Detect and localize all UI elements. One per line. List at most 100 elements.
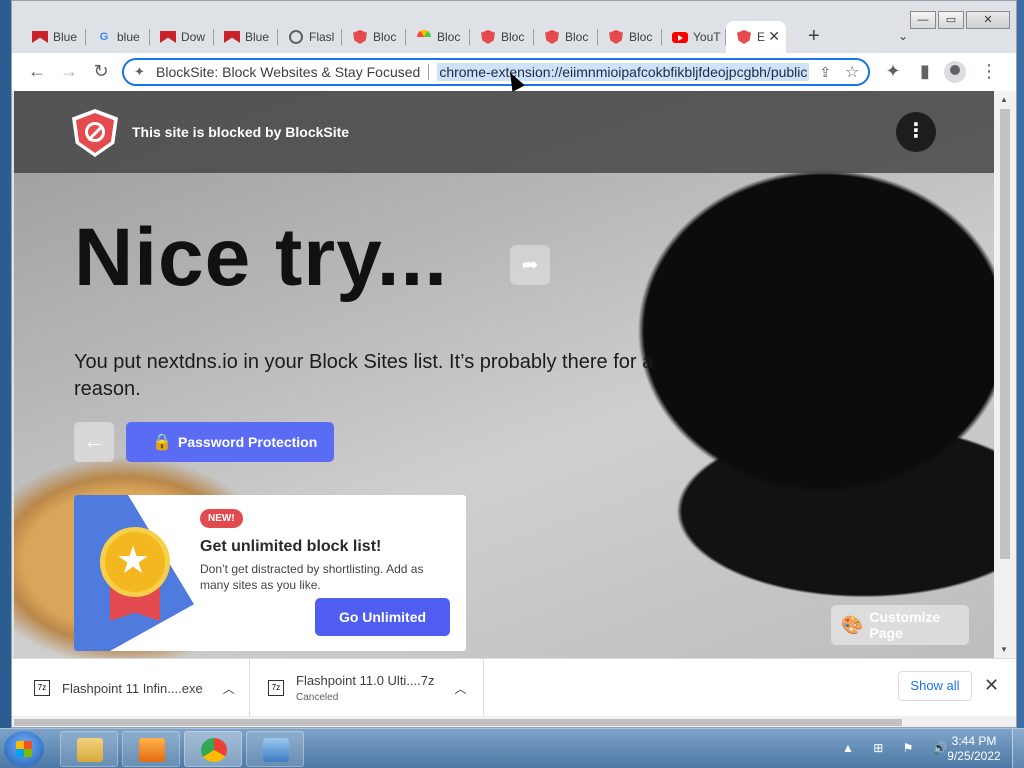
tab-title: Bloc [565,30,589,44]
globe-icon [288,29,304,45]
control-panel-icon [263,738,289,762]
download-name: Flashpoint 11 Infin....exe [62,680,203,696]
customize-page-button[interactable]: 🎨 Customize Page [831,605,969,645]
start-button[interactable] [4,731,44,767]
minimize-button[interactable]: — [910,11,936,29]
share-arrow-icon[interactable]: ➦ [510,245,550,285]
taskbar-control-panel[interactable] [246,731,304,767]
side-panel-icon[interactable]: ▮ [914,61,936,82]
taskbar-media-player[interactable] [122,731,180,767]
clock-date: 9/25/2022 [947,749,1001,763]
tab-6[interactable]: Bloc [406,21,470,53]
blocksite-icon [480,29,496,45]
palette-icon: 🎨 [841,614,864,635]
7zip-file-icon: 7z [34,680,50,696]
download-item[interactable]: 7z Flashpoint 11.0 Ulti....7z Canceled ︿ [250,659,484,717]
tab-strip: Blue Gblue Dow Blue Flasl Bloc Bloc Bloc… [12,1,1016,53]
tab-11-active[interactable]: E ✕ [726,21,786,53]
more-options-icon[interactable]: ⋮ [896,112,936,152]
chevron-up-icon[interactable]: ︿ [223,680,235,697]
extensions-icon[interactable]: ✦ [882,61,904,82]
close-tab-icon[interactable]: ✕ [768,28,780,45]
downloads-bar: 7z Flashpoint 11 Infin....exe ︿ 7z Flash… [12,658,1016,717]
tab-10[interactable]: YouT [662,21,726,53]
new-tab-button[interactable]: + [808,25,820,48]
headline: Nice try... [74,212,449,303]
bluemaxima-icon [224,29,240,45]
customize-label: Customize Page [869,609,941,641]
password-protection-button[interactable]: 🔒 Password Protection [126,422,334,462]
bluemaxima-icon [32,29,48,45]
maximize-button[interactable]: ▭ [938,11,964,29]
tab-title: Blue [245,30,270,44]
show-all-button[interactable]: Show all [898,671,972,701]
tab-list: Blue Gblue Dow Blue Flasl Bloc Bloc Bloc… [22,21,786,53]
scroll-thumb[interactable] [1000,109,1010,559]
password-protection-label: Password Protection [178,434,318,450]
chrome-menu-icon[interactable]: ⋮ [978,61,1000,82]
tab-title: Blue [53,30,78,44]
browser-window: Blue Gblue Dow Blue Flasl Bloc Bloc Bloc… [11,0,1017,728]
page-header: This site is blocked by BlockSite ⋮ [14,91,994,173]
reload-icon[interactable]: ↻ [90,61,112,82]
unlimited-promo-card: ★ NEW! Get unlimited block list! Don’t g… [74,495,466,651]
blocksite-icon [736,29,752,45]
tab-9[interactable]: Bloc [598,21,662,53]
show-desktop-button[interactable] [1012,729,1024,768]
system-clock[interactable]: 3:44 PM 9/25/2022 [942,734,1006,764]
taskbar-explorer[interactable] [60,731,118,767]
promo-title: Get unlimited block list! [200,538,382,555]
tab-title: Dow [181,30,206,44]
tab-8[interactable]: Bloc [534,21,598,53]
download-status: Canceled [296,692,339,703]
tab-title: Bloc [501,30,525,44]
go-unlimited-button[interactable]: Go Unlimited [315,598,450,636]
extension-puzzle-icon: ✦ [134,64,145,79]
system-tray-icons[interactable]: ▲ ⊞ ⚑ 🔊 [842,741,956,755]
download-text: Flashpoint 11.0 Ulti....7z Canceled [296,673,435,703]
tab-0[interactable]: Blue [22,21,86,53]
windows-taskbar: ▲ ⊞ ⚑ 🔊 3:44 PM 9/25/2022 [0,728,1024,768]
close-downloads-icon[interactable]: ✕ [984,675,999,696]
profile-avatar-icon[interactable] [944,61,966,83]
tab-4[interactable]: Flasl [278,21,342,53]
download-item[interactable]: 7z Flashpoint 11 Infin....exe ︿ [12,659,250,717]
rainbow-icon [416,29,432,45]
bluemaxima-icon [160,29,176,45]
chevron-up-icon[interactable]: ︿ [455,680,467,697]
horizontal-scroll-thumb[interactable] [14,719,902,726]
tab-3[interactable]: Blue [214,21,278,53]
divider [428,64,430,80]
scroll-down-icon[interactable]: ▼ [1000,645,1008,654]
horizontal-scrollbar[interactable] [12,716,1016,727]
share-icon[interactable]: ⇪ [819,64,831,81]
blocksite-icon [352,29,368,45]
blocked-message: You put nextdns.io in your Block Sites l… [74,351,654,400]
tab-title: E [757,30,766,44]
download-name: Flashpoint 11.0 Ulti....7z [296,673,435,688]
address-bar[interactable]: ✦ BlockSite: Block Websites & Stay Focus… [122,58,870,86]
vertical-scrollbar[interactable]: ▲ ▼ [994,91,1016,658]
tab-7[interactable]: Bloc [470,21,534,53]
back-arrow-icon[interactable]: ← [26,61,48,82]
close-window-button[interactable]: ✕ [966,11,1010,29]
blocksite-icon [544,29,560,45]
tab-5[interactable]: Bloc [342,21,406,53]
youtube-icon [672,29,688,45]
go-back-button[interactable]: ← [74,422,114,462]
tab-2[interactable]: Dow [150,21,214,53]
scroll-up-icon[interactable]: ▲ [1000,95,1008,104]
taskbar-chrome[interactable] [184,731,242,767]
bookmark-star-icon[interactable]: ☆ [845,62,859,82]
google-icon: G [99,31,109,43]
tab-title: blue [117,30,140,44]
tab-search-chevron-icon[interactable]: ⌄ [898,29,908,43]
tab-title: Bloc [629,30,653,44]
blocksite-shield-icon [72,109,118,157]
clock-time: 3:44 PM [951,734,997,748]
url-text[interactable]: chrome-extension://eiimnmioipafcokbfikbl… [437,63,810,81]
tab-title: YouT [693,30,721,44]
tab-1[interactable]: Gblue [86,21,150,53]
folder-icon [77,738,103,762]
forward-arrow-icon[interactable]: → [58,61,80,82]
